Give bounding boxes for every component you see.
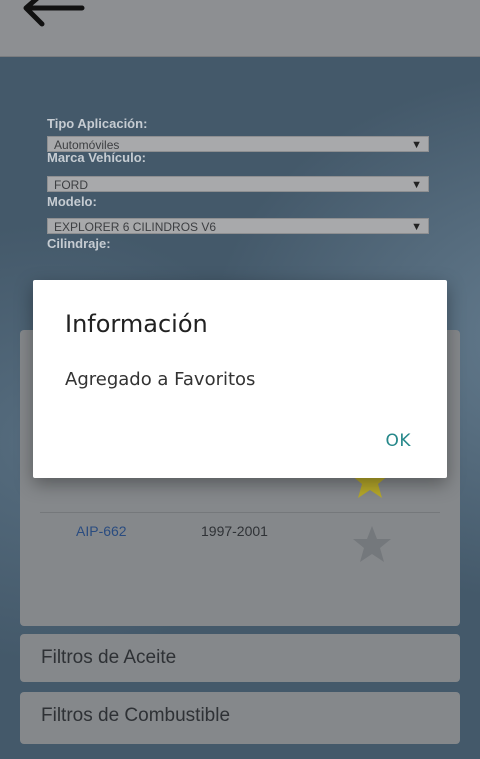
marca-vehiculo-select[interactable]: FORD ▼ — [47, 176, 429, 192]
result-code[interactable]: AIP-662 — [76, 523, 127, 539]
category-label: Filtros de Combustible — [41, 705, 231, 726]
favorite-star-icon[interactable] — [352, 524, 392, 564]
dialog-title: Información — [65, 310, 208, 338]
marca-vehiculo-label: Marca Vehículo: — [47, 150, 146, 165]
dropdown-arrow-icon: ▼ — [411, 221, 422, 233]
back-arrow-icon[interactable] — [18, 0, 88, 46]
row-divider — [40, 512, 440, 513]
cilindraje-label: Cilindraje: — [47, 236, 111, 251]
ok-button[interactable]: OK — [385, 431, 411, 451]
category-filtros-combustible[interactable]: Filtros de Combustible — [20, 692, 460, 744]
dialog-message: Agregado a Favoritos — [65, 369, 256, 390]
info-dialog: Información Agregado a Favoritos OK — [33, 280, 447, 478]
marca-vehiculo-value: FORD — [54, 178, 88, 192]
category-label: Filtros de Aceite — [41, 647, 177, 668]
modelo-label: Modelo: — [47, 194, 97, 209]
category-filtros-aceite[interactable]: Filtros de Aceite — [20, 634, 460, 682]
search-form: Tipo Aplicación: Automóviles ▼ Marca Veh… — [47, 116, 433, 256]
result-years: 1997-2001 — [201, 523, 268, 539]
dropdown-arrow-icon: ▼ — [411, 139, 422, 151]
modelo-select[interactable]: EXPLORER 6 CILINDROS V6 ▼ — [47, 218, 429, 234]
dropdown-arrow-icon: ▼ — [411, 179, 422, 191]
tipo-aplicacion-label: Tipo Aplicación: — [47, 116, 148, 131]
tipo-aplicacion-value: Automóviles — [54, 138, 120, 152]
app-bar — [0, 0, 480, 57]
modelo-value: EXPLORER 6 CILINDROS V6 — [54, 220, 217, 234]
tipo-aplicacion-select[interactable]: Automóviles ▼ — [47, 136, 429, 152]
